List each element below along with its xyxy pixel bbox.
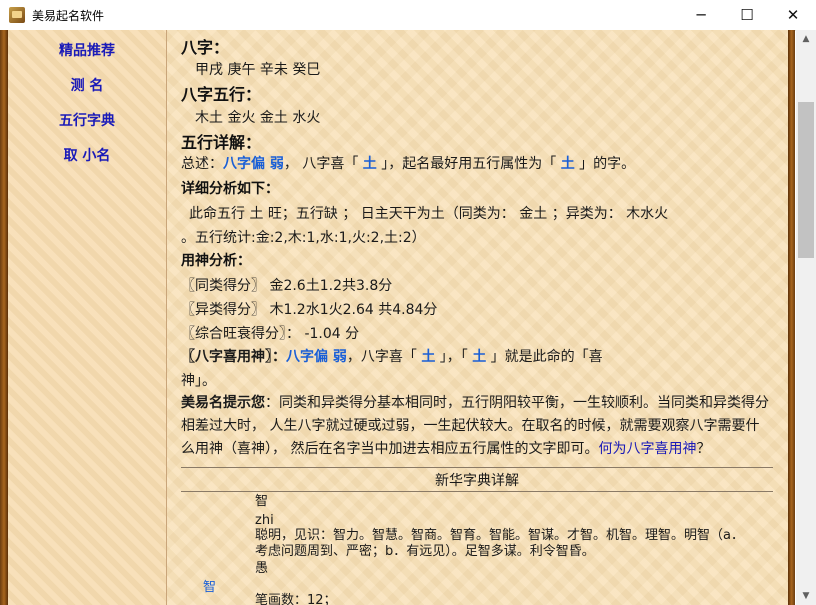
- xiyong-suffix-1: 」就是此命的「喜: [486, 349, 603, 365]
- scrollbar-thumb[interactable]: [798, 102, 814, 258]
- sidebar-item-featured[interactable]: 精品推荐: [8, 40, 166, 60]
- yongshen-heading: 用神分析：: [181, 253, 251, 269]
- summary-bazi-strength: 八字偏 弱: [223, 156, 284, 172]
- analysis-heading: 详细分析如下：: [181, 181, 279, 197]
- xiyong-mid2: 」，「: [435, 349, 473, 365]
- total-score: 〖综合旺衰得分〗： -1.04 分: [181, 326, 360, 342]
- bazi-value: 甲戌 庚午 辛未 癸巳: [195, 62, 321, 78]
- bazi-heading: 八字：: [181, 38, 230, 57]
- summary-prefix: 总述：: [181, 156, 223, 172]
- xiyong-mid: ，八字喜「: [346, 349, 422, 365]
- summary-mid: ， 八字喜「: [283, 156, 363, 172]
- dict-meaning-line-1: 聪明，见识：智力。智慧。智商。智育。智能。智谋。才智。机智。理智。明智（a．: [255, 528, 744, 543]
- xiyong-label: 〖八字喜用神〗：: [181, 349, 286, 365]
- sidebar-item-nickname[interactable]: 取 小名: [8, 145, 166, 165]
- detail-heading: 五行详解：: [181, 133, 262, 152]
- tip-end: ？: [696, 441, 711, 457]
- same-score: 〖同类得分〗 金2.6土1.2共3.8分: [181, 278, 393, 294]
- xiyong-help-link[interactable]: 何为八字喜用神: [598, 441, 696, 457]
- xiyong-line: 〖八字喜用神〗：八字偏 弱，八字喜「 土 」，「 土 」就是此命的「喜: [181, 346, 603, 366]
- wuxing-heading: 八字五行：: [181, 85, 262, 104]
- dict-pinyin: zhi: [255, 513, 274, 528]
- maximize-button[interactable]: ☐: [724, 0, 770, 30]
- tip-label: 美易名提示您: [181, 395, 265, 411]
- diff-score: 〖异类得分〗 木1.2水1火2.64 共4.84分: [181, 302, 438, 318]
- vertical-scrollbar[interactable]: ▲ ▼: [796, 30, 816, 605]
- dictionary-entry: 智 zhi 聪明，见识：智力。智慧。智商。智育。智能。智谋。才智。机智。理智。明…: [181, 491, 773, 605]
- sidebar-item-test-name[interactable]: 测 名: [8, 75, 166, 95]
- main-content: 八字： 甲戌 庚午 辛未 癸巳 八字五行： 木土 金火 金土 水火 五行详解： …: [167, 30, 788, 605]
- dict-strokes: 笔画数：12；: [255, 593, 337, 605]
- xiyong-line-2: 神」。: [181, 373, 216, 389]
- summary-mid2: 」，起名最好用五行属性为「: [376, 156, 561, 172]
- summary-suffix: 」的字。: [574, 156, 636, 172]
- dict-character-label: 智: [203, 580, 217, 595]
- close-button[interactable]: ✕: [770, 0, 816, 30]
- summary-line: 总述：八字偏 弱， 八字喜「 土 」，起名最好用五行属性为「 土 」的字。: [181, 153, 635, 173]
- analysis-line-2: 。五行统计:金:2,木:1,水:1,火:2,土:2）: [181, 230, 426, 246]
- frame-right-border: [788, 30, 795, 605]
- xiyong-xi1: 土: [421, 349, 436, 365]
- dict-character: 智: [255, 494, 269, 509]
- xiyong-xi2: 土: [472, 349, 487, 365]
- summary-element: 土: [560, 156, 575, 172]
- scroll-up-arrow-icon[interactable]: ▲: [796, 30, 816, 48]
- analysis-line-1: 此命五行 土 旺；五行缺 ； 日主天干为土（同类为： 金土 ；异类为： 木水火: [189, 206, 669, 222]
- app-icon: [9, 7, 25, 23]
- frame-left-border: [0, 30, 8, 605]
- summary-xi: 土: [362, 156, 377, 172]
- xiyong-strength: 八字偏 弱: [286, 349, 347, 365]
- title-bar: 美易起名软件 ─ ☐ ✕: [0, 0, 816, 31]
- sidebar: 精品推荐 测 名 五行字典 取 小名: [8, 30, 167, 605]
- scroll-down-arrow-icon[interactable]: ▼: [796, 587, 816, 605]
- minimize-button[interactable]: ─: [678, 0, 724, 30]
- dict-meaning-line-2: 考虑问题周到、严密；b．有远见）。足智多谋。利令智昏。: [255, 544, 595, 559]
- wuxing-value: 木土 金火 金土 水火: [195, 110, 321, 126]
- sidebar-item-wuxing-dictionary[interactable]: 五行字典: [8, 110, 166, 130]
- divider: [181, 467, 773, 468]
- dictionary-title: 新华字典详解: [435, 473, 519, 489]
- dict-antonym: 愚: [255, 561, 269, 576]
- window-title: 美易起名软件: [32, 9, 105, 23]
- tip-paragraph: 美易名提示您：同类和异类得分基本相同时，五行阴阳较平衡，一生较顺利。当同类和异类…: [181, 392, 773, 461]
